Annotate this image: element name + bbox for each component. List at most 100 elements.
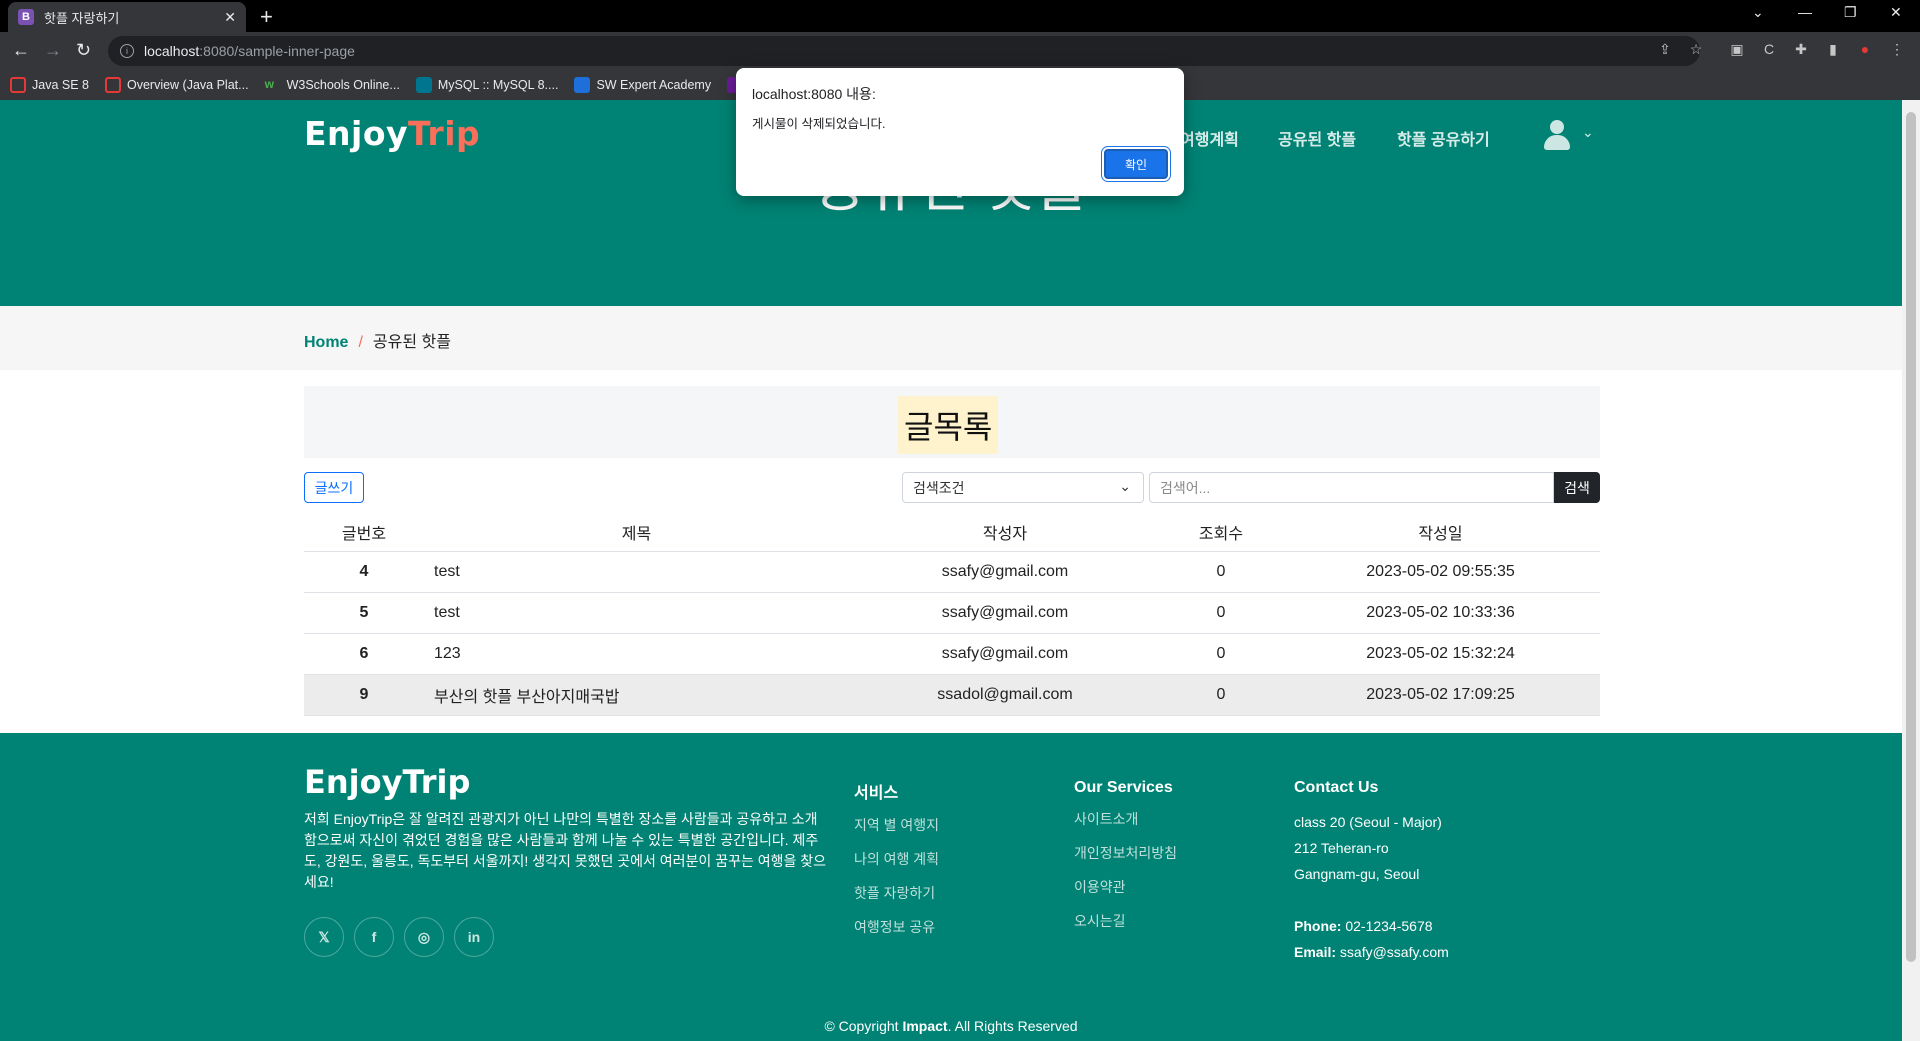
nav-shared-hotplace[interactable]: 공유된 핫플 — [1278, 126, 1356, 150]
url-path: :8080/sample-inner-page — [199, 43, 355, 59]
instagram-icon[interactable]: ◎ — [404, 917, 444, 957]
footer-link[interactable]: 개인정보처리방침 — [1074, 843, 1177, 877]
contact-phone: Phone: 02-1234-5678 — [1294, 918, 1433, 934]
footer-link[interactable]: 지역 별 여행지 — [854, 815, 939, 849]
profile-avatar-icon[interactable]: ● — [1856, 41, 1874, 59]
table-row[interactable]: 4 test ssafy@gmail.com 0 2023-05-02 09:5… — [304, 551, 1600, 593]
close-window-icon[interactable]: ✕ — [1890, 4, 1902, 21]
chevron-down-icon: ⌄ — [1119, 478, 1131, 494]
scrollbar[interactable] — [1902, 100, 1920, 1041]
bookmark-item[interactable]: MySQL :: MySQL 8.... — [415, 77, 558, 93]
oracle-icon — [10, 77, 26, 93]
breadcrumb-home[interactable]: Home — [304, 334, 348, 351]
oracle-icon — [104, 77, 121, 93]
address-line: class 20 (Seoul - Major) — [1294, 814, 1442, 830]
reload-icon[interactable]: ↻ — [76, 40, 91, 61]
footer-services: 서비스 지역 별 여행지 나의 여행 계획 핫플 자랑하기 여행정보 공유 — [854, 779, 939, 951]
alert-title: localhost:8080 내용: — [752, 86, 876, 102]
tab-title: 핫플 자랑하기 — [44, 10, 120, 26]
post-number: 4 — [304, 551, 424, 593]
post-views: 0 — [1161, 592, 1281, 634]
footer-our-services: Our Services 사이트소개 개인정보처리방침 이용약관 오시는길 — [1074, 779, 1177, 945]
bookmark-item[interactable]: w W3Schools Online... — [265, 77, 400, 93]
alert-ok-button[interactable]: 확인 — [1104, 149, 1168, 179]
menu-icon[interactable]: ⋮ — [1888, 41, 1906, 59]
facebook-icon[interactable]: f — [354, 917, 394, 957]
back-icon[interactable]: ← — [12, 40, 30, 61]
footer-our-services-title: Our Services — [1074, 779, 1173, 796]
address-bar[interactable]: i localhost:8080/sample-inner-page — [108, 36, 1700, 66]
board-header: 글목록 — [304, 386, 1600, 458]
twitter-icon[interactable]: 𝕏 — [304, 917, 344, 957]
new-tab-icon[interactable]: + — [260, 4, 273, 30]
share-icon[interactable]: ⇪ — [1656, 41, 1674, 59]
footer-link[interactable]: 오시는길 — [1074, 911, 1177, 945]
column-header: 작성일 — [1281, 513, 1600, 552]
minimize-icon[interactable]: — — [1798, 4, 1812, 20]
site-logo[interactable]: EnjoyTrip — [304, 114, 480, 153]
alert-message: 게시물이 삭제되었습니다. — [752, 117, 886, 131]
post-date: 2023-05-02 09:55:35 — [1281, 551, 1600, 593]
post-title[interactable]: 123 — [424, 633, 849, 675]
browser-tab[interactable]: B 핫플 자랑하기 ✕ — [8, 2, 246, 32]
bookmark-star-icon[interactable]: ☆ — [1687, 41, 1705, 59]
forward-icon[interactable]: → — [44, 40, 62, 61]
browser-tab-bar: B 핫플 자랑하기 ✕ + ⌄ — ❐ ✕ — [0, 0, 1920, 32]
page-content: EnjoyTrip 여행계획 공유된 핫플 핫플 공유하기 ⌄ 공유된 핫플 H… — [0, 100, 1902, 1041]
footer-link[interactable]: 여행정보 공유 — [854, 917, 939, 951]
scrollbar-thumb[interactable] — [1906, 112, 1916, 962]
table-row[interactable]: 9 부산의 핫플 부산아지매국밥 ssadol@gmail.com 0 2023… — [304, 674, 1600, 716]
post-number: 6 — [304, 633, 424, 675]
linkedin-icon[interactable]: in — [454, 917, 494, 957]
search-button[interactable]: 검색 — [1554, 472, 1600, 503]
footer-services-title: 서비스 — [854, 785, 899, 802]
tab-search-icon[interactable]: ⌄ — [1752, 4, 1764, 21]
swea-icon — [574, 77, 591, 93]
table-header-row: 글번호 제목 작성자 조회수 작성일 — [304, 513, 1600, 552]
post-title[interactable]: test — [424, 551, 849, 593]
alert-dialog: localhost:8080 내용: 게시물이 삭제되었습니다. 확인 — [736, 68, 1184, 196]
post-title[interactable]: test — [424, 592, 849, 634]
footer-link[interactable]: 사이트소개 — [1074, 809, 1177, 843]
board-title: 글목록 — [898, 396, 999, 454]
board-table: 글번호 제목 작성자 조회수 작성일 4 test ssafy@gmail.co… — [304, 513, 1600, 716]
post-author: ssadol@gmail.com — [849, 674, 1161, 716]
footer-contact: Contact Us class 20 (Seoul - Major) 212 … — [1294, 779, 1449, 965]
bookmark-item[interactable]: Java SE 8 — [10, 77, 89, 93]
post-date: 2023-05-02 17:09:25 — [1281, 674, 1600, 716]
extension-icon-2[interactable]: C — [1760, 41, 1778, 59]
bookmark-item[interactable]: Overview (Java Plat... — [104, 77, 249, 93]
info-icon[interactable]: i — [120, 44, 134, 58]
breadcrumb-current: 공유된 핫플 — [372, 334, 451, 351]
post-views: 0 — [1161, 633, 1281, 675]
nav-share-hotplace[interactable]: 핫플 공유하기 — [1397, 126, 1490, 150]
user-icon[interactable] — [1543, 120, 1571, 152]
side-panel-icon[interactable]: ▮ — [1824, 41, 1842, 59]
chevron-down-icon[interactable]: ⌄ — [1582, 124, 1594, 141]
search-condition-select[interactable]: 검색조건 ⌄ — [902, 472, 1144, 503]
column-header: 글번호 — [304, 513, 424, 552]
search-input[interactable]: 검색어... — [1149, 472, 1554, 503]
post-author: ssafy@gmail.com — [849, 551, 1161, 593]
footer-link[interactable]: 이용약관 — [1074, 877, 1177, 911]
restore-icon[interactable]: ❐ — [1844, 4, 1857, 21]
site-footer: EnjoyTrip 저희 EnjoyTrip은 잘 알려진 관광지가 아닌 나만… — [0, 733, 1902, 1041]
footer-logo[interactable]: EnjoyTrip — [304, 763, 470, 801]
close-tab-icon[interactable]: ✕ — [224, 9, 236, 26]
address-line: 212 Teheran-ro — [1294, 840, 1389, 856]
puzzle-icon[interactable]: ✚ — [1792, 41, 1810, 59]
nav-travel-plan[interactable]: 여행계획 — [1180, 126, 1239, 150]
extension-icon[interactable]: ▣ — [1728, 41, 1746, 59]
post-views: 0 — [1161, 674, 1281, 716]
write-button[interactable]: 글쓰기 — [304, 472, 364, 503]
bookmark-item[interactable]: SW Expert Academy — [574, 77, 711, 93]
post-number: 9 — [304, 674, 424, 716]
table-row[interactable]: 5 test ssafy@gmail.com 0 2023-05-02 10:3… — [304, 592, 1600, 634]
footer-link[interactable]: 나의 여행 계획 — [854, 849, 939, 883]
footer-link[interactable]: 핫플 자랑하기 — [854, 883, 939, 917]
column-header: 작성자 — [849, 513, 1161, 552]
url-host: localhost — [144, 43, 200, 59]
breadcrumb-separator: / — [358, 334, 363, 351]
post-title[interactable]: 부산의 핫플 부산아지매국밥 — [424, 674, 849, 716]
table-row[interactable]: 6 123 ssafy@gmail.com 0 2023-05-02 15:32… — [304, 633, 1600, 675]
